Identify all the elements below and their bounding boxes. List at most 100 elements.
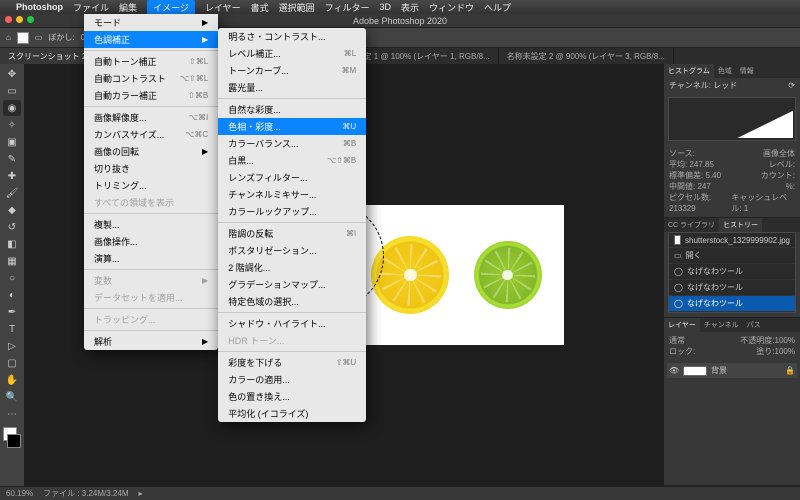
menu-item[interactable]: 切り抜き	[84, 160, 218, 177]
menu-item[interactable]: レベル補正...⌘L	[218, 45, 366, 62]
selection-new-icon[interactable]: ▭	[35, 33, 43, 42]
menu-item[interactable]: 自動トーン補正⇧⌘L	[84, 53, 218, 70]
menu-item[interactable]: 彩度を下げる⇧⌘U	[218, 354, 366, 371]
path-tool-icon[interactable]: ▷	[3, 338, 21, 354]
tab-history[interactable]: ヒストリー	[719, 218, 762, 232]
menu-item[interactable]: 2 階調化...	[218, 259, 366, 276]
menu-3d[interactable]: 3D	[379, 2, 391, 12]
crop-tool-icon[interactable]: ▣	[3, 134, 21, 150]
menu-item[interactable]: カラーの適用...	[218, 371, 366, 388]
menu-item[interactable]: カンバスサイズ...⌥⌘C	[84, 126, 218, 143]
history-step[interactable]: ◯なげなわツール	[669, 296, 795, 312]
history-brush-icon[interactable]: ↺	[3, 219, 21, 235]
menu-item[interactable]: 複製...	[84, 216, 218, 233]
menu-layer[interactable]: レイヤー	[205, 1, 241, 14]
source-select[interactable]: 画像全体	[763, 148, 795, 159]
eyedropper-tool-icon[interactable]: ✎	[3, 151, 21, 167]
history-step[interactable]: ▭開く	[669, 248, 795, 264]
traffic-lights[interactable]	[5, 16, 34, 23]
blur-tool-icon[interactable]: ○	[3, 270, 21, 286]
menu-item[interactable]: 色調補正▶	[84, 31, 218, 48]
marquee-tool-icon[interactable]: ▭	[3, 83, 21, 99]
menu-item[interactable]: 露光量...	[218, 79, 366, 96]
menu-item[interactable]: 画像解像度...⌥⌘I	[84, 109, 218, 126]
menu-image[interactable]: イメージ	[147, 0, 195, 15]
opacity-input[interactable]: 100%	[775, 336, 795, 345]
menu-edit[interactable]: 編集	[119, 1, 137, 14]
tab-channels[interactable]: チャンネル	[700, 318, 743, 332]
menu-select[interactable]: 選択範囲	[279, 1, 315, 14]
menu-item[interactable]: 色相・彩度...⌘U	[218, 118, 366, 135]
tab-layers[interactable]: レイヤー	[664, 318, 700, 332]
stamp-tool-icon[interactable]: ◆	[3, 202, 21, 218]
tab-swatch[interactable]: 色域	[714, 64, 736, 78]
menu-filter[interactable]: フィルター	[325, 1, 370, 14]
menu-help[interactable]: ヘルプ	[484, 1, 511, 14]
refresh-icon[interactable]: ⟳	[788, 81, 795, 90]
menu-window[interactable]: ウィンドウ	[429, 1, 474, 14]
brush-tool-icon[interactable]: 🖌	[3, 185, 21, 201]
menu-item[interactable]: 平均化 (イコライズ)	[218, 405, 366, 422]
shape-tool-icon[interactable]: ▢	[3, 355, 21, 371]
tool-preset-icon[interactable]	[17, 32, 29, 44]
history-step[interactable]: ◯なげなわツール	[669, 264, 795, 280]
tab-paths[interactable]: パス	[743, 318, 765, 332]
menu-item[interactable]: 解析▶	[84, 333, 218, 350]
menu-item[interactable]: ポスタリゼーション...	[218, 242, 366, 259]
layer-row[interactable]: 👁 背景 🔒	[667, 363, 797, 378]
layer-thumb[interactable]	[683, 366, 707, 376]
menu-item[interactable]: シャドウ・ハイライト...	[218, 315, 366, 332]
menu-file[interactable]: ファイル	[73, 1, 109, 14]
pen-tool-icon[interactable]: ✒	[3, 304, 21, 320]
history-step[interactable]: ◯なげなわツール	[669, 280, 795, 296]
menu-item[interactable]: 階調の反転⌘I	[218, 225, 366, 242]
tab-histogram[interactable]: ヒストグラム	[664, 64, 714, 78]
menu-item[interactable]: チャンネルミキサー...	[218, 186, 366, 203]
app-name[interactable]: Photoshop	[16, 2, 63, 12]
more-tools-icon[interactable]: ⋯	[3, 406, 21, 422]
wand-tool-icon[interactable]: ✧	[3, 117, 21, 133]
fill-input[interactable]: 100%	[775, 347, 795, 356]
menu-item[interactable]: 自動コントラスト⌥⇧⌘L	[84, 70, 218, 87]
menu-item[interactable]: トーンカーブ...⌘M	[218, 62, 366, 79]
menu-item[interactable]: 白黒...⌥⇧⌘B	[218, 152, 366, 169]
menu-item[interactable]: 自動カラー補正⇧⌘B	[84, 87, 218, 104]
tab-cclib[interactable]: CC ライブラリ	[664, 218, 719, 232]
dodge-tool-icon[interactable]: ◐	[3, 287, 21, 303]
visibility-icon[interactable]: 👁	[669, 366, 679, 375]
menu-item[interactable]: カラールックアップ...	[218, 203, 366, 220]
hand-tool-icon[interactable]: ✋	[3, 372, 21, 388]
heal-tool-icon[interactable]: ✚	[3, 168, 21, 184]
menu-item[interactable]: 画像操作...	[84, 233, 218, 250]
zoom-level[interactable]: 60.19%	[6, 489, 33, 498]
layer-name[interactable]: 背景	[711, 365, 727, 376]
doc-tab[interactable]: 名称未設定 2 @ 900% (レイヤー 3, RGB/8...	[499, 48, 674, 64]
menu-item[interactable]: 自然な彩度...	[218, 101, 366, 118]
color-swatches[interactable]	[3, 427, 21, 448]
menu-item[interactable]: グラデーションマップ...	[218, 276, 366, 293]
menu-item[interactable]: 明るさ・コントラスト...	[218, 28, 366, 45]
menu-item[interactable]: 色の置き換え...	[218, 388, 366, 405]
background-swatch[interactable]	[7, 434, 21, 448]
menu-item[interactable]: カラーバランス...⌘B	[218, 135, 366, 152]
blend-mode-select[interactable]: 通常	[669, 335, 685, 346]
menu-view[interactable]: 表示	[401, 1, 419, 14]
gradient-tool-icon[interactable]: ▦	[3, 253, 21, 269]
tab-info[interactable]: 情報	[736, 64, 758, 78]
lasso-tool-icon[interactable]: ◉	[3, 100, 21, 116]
channel-select[interactable]: レッド	[713, 81, 737, 90]
adjustments-submenu[interactable]: 明るさ・コントラスト...レベル補正...⌘Lトーンカーブ...⌘M露光量...…	[218, 28, 366, 422]
history-snapshot[interactable]: shutterstock_1329999902.jpg	[669, 233, 795, 248]
menu-item[interactable]: 画像の回転▶	[84, 143, 218, 160]
chevron-right-icon[interactable]: ▸	[139, 489, 143, 498]
menu-item[interactable]: レンズフィルター...	[218, 169, 366, 186]
zoom-tool-icon[interactable]: 🔍	[3, 389, 21, 405]
move-tool-icon[interactable]: ✥	[3, 66, 21, 82]
eraser-tool-icon[interactable]: ◧	[3, 236, 21, 252]
menu-item[interactable]: 特定色域の選択...	[218, 293, 366, 310]
menu-item[interactable]: 演算...	[84, 250, 218, 267]
menu-item[interactable]: トリミング...	[84, 177, 218, 194]
image-menu-dropdown[interactable]: モード▶色調補正▶ 自動トーン補正⇧⌘L自動コントラスト⌥⇧⌘L自動カラー補正⇧⌘…	[84, 14, 218, 350]
menu-item[interactable]: モード▶	[84, 14, 218, 31]
home-icon[interactable]: ⌂	[6, 33, 11, 42]
